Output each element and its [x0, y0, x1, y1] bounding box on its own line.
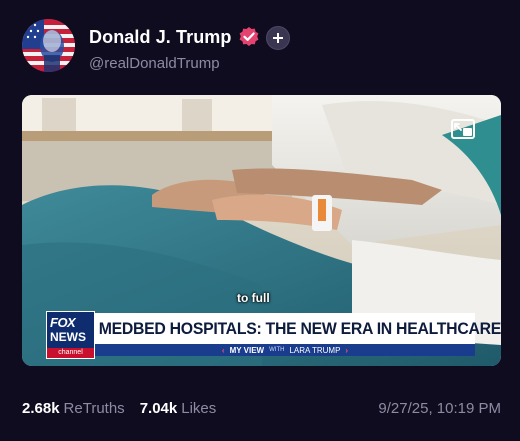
follow-button[interactable]	[266, 26, 290, 50]
segment-title: MY VIEW	[229, 345, 265, 355]
author-handle[interactable]: @realDonaldTrump	[89, 55, 220, 72]
plus-icon	[273, 33, 283, 43]
chevron-left-icon: ‹	[221, 345, 225, 355]
network-logo-line3: channel	[47, 348, 94, 358]
fox-news-logo: FOX NEWS channel	[46, 311, 95, 359]
picture-in-picture-icon[interactable]	[451, 119, 475, 139]
network-logo-line1: FOX	[50, 315, 76, 330]
retruths-count[interactable]: 2.68k	[22, 400, 60, 417]
likes-label[interactable]: Likes	[181, 400, 216, 417]
chevron-right-icon: ›	[345, 345, 349, 355]
segment-host: LARA TRUMP	[289, 345, 341, 355]
author-display-name[interactable]: Donald J. Trump	[89, 27, 232, 48]
post-timestamp[interactable]: 9/27/25, 10:19 PM	[378, 400, 501, 417]
retruths-label[interactable]: ReTruths	[64, 400, 125, 417]
verified-badge-icon	[238, 26, 260, 48]
video-caption: to full	[237, 291, 270, 305]
likes-count[interactable]: 7.04k	[140, 400, 178, 417]
chyron-headline-bar: MEDBED HOSPITALS: THE NEW ERA IN HEALTHC…	[95, 313, 501, 344]
avatar[interactable]	[22, 19, 75, 72]
avatar-flag-portrait-icon	[22, 19, 75, 72]
chyron-headline: MEDBED HOSPITALS: THE NEW ERA IN HEALTHC…	[98, 318, 501, 338]
post-video[interactable]: to full FOX NEWS channel MEDBED HOSPITAL…	[22, 95, 501, 366]
post-stats: 2.68k ReTruths 7.04k Likes	[22, 400, 231, 417]
chyron-segment-bar: ‹ MY VIEW WITH LARA TRUMP ›	[95, 344, 475, 356]
network-logo-line2: NEWS	[50, 330, 86, 344]
segment-with: WITH	[269, 347, 285, 353]
